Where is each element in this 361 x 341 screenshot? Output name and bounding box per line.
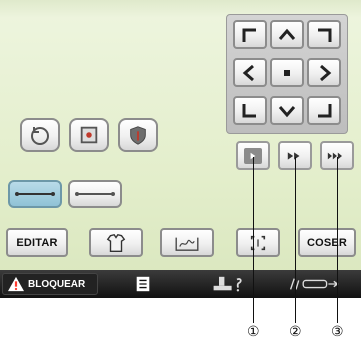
presser-foot-button[interactable] (210, 273, 246, 295)
edit-button-label: EDITAR (16, 236, 58, 249)
edit-button[interactable]: EDITAR (6, 228, 68, 257)
shirt-icon (106, 233, 126, 252)
stitch-long-button[interactable] (8, 180, 62, 208)
list-button[interactable] (134, 273, 152, 295)
shirt-button[interactable] (89, 228, 143, 257)
callout-leader-3 (337, 157, 338, 323)
lock-label: BLOQUEAR (28, 278, 86, 290)
sew-button-label: COSER (306, 236, 348, 249)
corner-down-right-icon (318, 103, 332, 117)
callout-leader-1 (253, 157, 254, 323)
presser-foot-icon (213, 276, 242, 292)
lock-button[interactable]: BLOQUEAR (2, 273, 98, 295)
hoop-button[interactable] (160, 228, 214, 257)
arrow-down-icon (278, 105, 296, 117)
stitch-short-button[interactable] (68, 180, 122, 208)
move-left-button[interactable] (233, 58, 267, 87)
move-down-left-button[interactable] (233, 96, 267, 125)
corner-down-left-icon (242, 103, 256, 117)
move-up-left-button[interactable] (233, 20, 267, 49)
frame-button[interactable] (69, 118, 109, 152)
trace-button[interactable] (236, 228, 280, 257)
center-button[interactable] (270, 58, 304, 87)
hoop-icon (175, 237, 199, 251)
arrow-right-icon (320, 64, 332, 81)
move-up-right-button[interactable] (307, 20, 341, 49)
sew-button[interactable]: COSER (298, 228, 356, 257)
callout-leader-2 (295, 157, 296, 323)
warning-icon (8, 276, 24, 292)
move-up-button[interactable] (270, 20, 304, 49)
move-right-button[interactable] (307, 58, 341, 87)
list-icon (136, 276, 150, 292)
corner-up-left-icon (242, 28, 256, 42)
arrow-left-icon (242, 64, 254, 81)
arrow-up-icon (278, 28, 296, 40)
rotate-button[interactable] (20, 118, 60, 152)
callout-3: ③ (331, 323, 344, 339)
frame-icon (80, 126, 98, 144)
callout-1: ① (247, 323, 260, 339)
stitch-long-icon (15, 192, 55, 196)
shield-button[interactable] (118, 118, 158, 152)
rotate-icon (31, 127, 49, 145)
embroidery-screen: EDITAR COSER BLOQUEAR (0, 0, 361, 298)
statusbar: BLOQUEAR (0, 270, 361, 298)
shield-icon (130, 126, 146, 145)
trace-frame-icon (250, 235, 266, 250)
move-down-right-button[interactable] (307, 96, 341, 125)
move-down-button[interactable] (270, 96, 304, 125)
callout-2: ② (289, 323, 302, 339)
corner-up-right-icon (318, 28, 332, 42)
stitch-short-icon (75, 192, 115, 196)
center-dot-icon (284, 69, 290, 76)
